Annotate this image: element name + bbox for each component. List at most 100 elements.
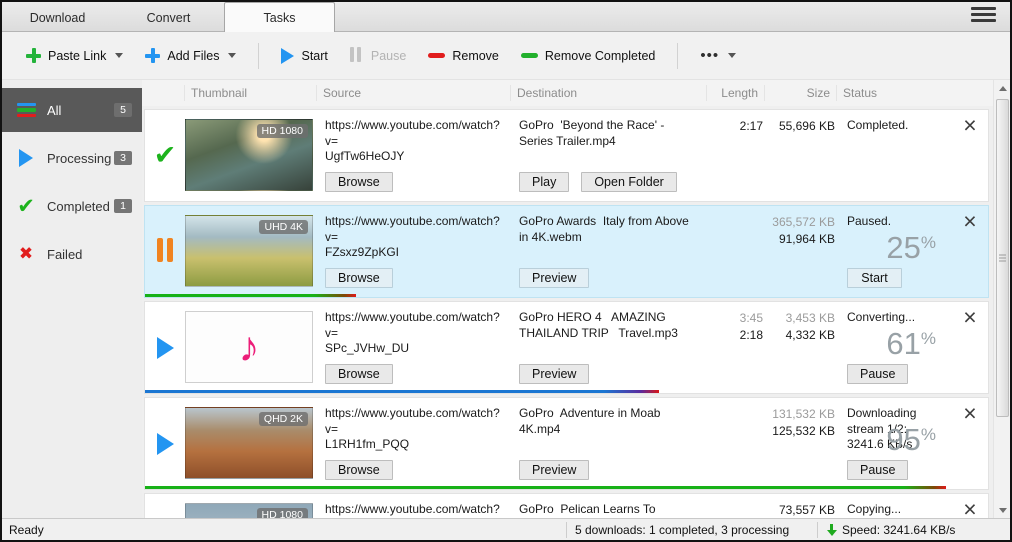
task-row-paused[interactable]: UHD 4K https://www.youtube.com/watch?v= F… [144, 205, 989, 298]
remove-completed-label: Remove Completed [544, 48, 656, 63]
check-icon: ✔ [17, 194, 35, 218]
browse-button[interactable]: Browse [325, 268, 393, 288]
column-thumbnail[interactable]: Thumbnail [184, 85, 316, 101]
arrow-down-icon [998, 507, 1007, 513]
browse-button[interactable]: Browse [325, 172, 393, 192]
chevron-down-icon[interactable] [115, 53, 124, 58]
pause-label: Pause [370, 48, 407, 63]
column-size[interactable]: Size [764, 85, 836, 101]
pause-button[interactable]: Pause [847, 460, 909, 480]
preview-button[interactable]: Preview [519, 268, 590, 288]
start-button[interactable]: Start [847, 268, 902, 288]
play-icon [13, 149, 39, 167]
video-thumbnail: QHD 2K [185, 407, 313, 479]
ellipsis-icon: ••• [700, 47, 720, 64]
scrollbar-thumb[interactable] [995, 99, 1009, 417]
task-row-converting[interactable]: ♪ https://www.youtube.com/watch?v= SPc_JV… [144, 301, 989, 394]
column-length[interactable]: Length [706, 85, 764, 101]
sidebar-item-processing[interactable]: Processing 3 [2, 136, 142, 180]
sidebar-item-all[interactable]: All 5 [2, 88, 142, 132]
task-row-copying[interactable]: HD 1080 https://www.youtube.com/watch?v=… [144, 493, 989, 518]
destination-filename: GoPro Adventure in Moab 4K.mp4 [519, 406, 664, 436]
all-tasks-icon [13, 101, 39, 118]
remove-completed-button[interactable]: Remove Completed [513, 43, 663, 69]
hamburger-menu-icon[interactable] [971, 4, 996, 25]
video-thumbnail: HD 1080 [185, 503, 313, 518]
destination-filename: GoPro HERO 4 AMAZING THAILAND TRIP Trave… [519, 310, 678, 340]
add-files-label: Add Files [167, 48, 220, 63]
pause-button[interactable]: Pause [342, 41, 414, 71]
tab-download[interactable]: Download [2, 5, 113, 31]
pause-icon [349, 46, 364, 65]
count-badge: 1 [114, 199, 132, 213]
remove-button[interactable]: Remove [420, 43, 507, 69]
tab-bar: Download Convert Tasks [2, 2, 1010, 32]
status-text: Paused. [847, 214, 892, 228]
app-window: Download Convert Tasks Paste Link Add Fi… [0, 0, 1012, 542]
task-row-completed[interactable]: ✔ HD 1080 https://www.youtube.com/watch?… [144, 109, 989, 202]
video-thumbnail: HD 1080 [185, 119, 313, 191]
audio-thumbnail: ♪ [185, 311, 313, 383]
start-button[interactable]: Start [273, 42, 335, 70]
source-url: https://www.youtube.com/watch?v= FZsxz9Zp… [325, 214, 500, 260]
status-cell: Copying... [837, 494, 952, 518]
sidebar: All 5 Processing 3 ✔ Completed 1 ✖ Faile… [2, 80, 142, 518]
open-folder-button[interactable]: Open Folder [581, 172, 677, 192]
list-header: Thumbnail Source Destination Length Size… [142, 80, 993, 106]
more-options-button[interactable]: ••• [692, 41, 744, 70]
sidebar-item-label: All [47, 102, 62, 118]
status-ready: Ready [9, 522, 44, 537]
count-badge: 5 [114, 103, 132, 117]
quality-badge: UHD 4K [259, 220, 308, 234]
source-url: https://www.youtube.com/watch?v= UgfTw6He… [325, 118, 500, 164]
close-icon[interactable]: × [963, 498, 976, 519]
x-icon: ✖ [18, 244, 34, 263]
browse-button[interactable]: Browse [325, 364, 393, 384]
sidebar-item-failed[interactable]: ✖ Failed [2, 232, 142, 276]
tab-convert[interactable]: Convert [113, 5, 224, 31]
play-button[interactable]: Play [519, 172, 570, 192]
speed-label: Speed: 3241.64 KB/s [842, 522, 956, 537]
content-area: All 5 Processing 3 ✔ Completed 1 ✖ Faile… [2, 80, 1010, 518]
source-url: https://www.youtube.com/watch?v=zyI9zmOW… [325, 502, 500, 518]
preview-button[interactable]: Preview [519, 460, 590, 480]
chevron-down-icon[interactable] [228, 53, 237, 58]
tab-tasks[interactable]: Tasks [224, 2, 335, 32]
music-note-icon: ♪ [238, 323, 260, 370]
scroll-up-button[interactable] [994, 80, 1010, 96]
vertical-scrollbar[interactable] [993, 80, 1010, 518]
length-cell: 2:17 [739, 119, 763, 133]
task-list: Thumbnail Source Destination Length Size… [142, 80, 1010, 518]
column-destination[interactable]: Destination [510, 85, 706, 101]
sidebar-item-completed[interactable]: ✔ Completed 1 [2, 184, 142, 228]
close-icon[interactable]: × [963, 306, 976, 393]
add-files-button[interactable]: Add Files [137, 42, 244, 69]
browse-button[interactable]: Browse [325, 460, 393, 480]
column-source[interactable]: Source [316, 85, 510, 101]
status-speed: Speed: 3241.64 KB/s [818, 523, 1010, 537]
play-icon [156, 336, 174, 359]
progress-percent: 25% [886, 230, 936, 265]
size-cell: 73,557 KB [778, 503, 835, 517]
close-icon[interactable]: × [963, 402, 976, 489]
task-row-downloading[interactable]: QHD 2K https://www.youtube.com/watch?v= L… [144, 397, 989, 490]
paste-link-button[interactable]: Paste Link [18, 42, 131, 69]
destination-filename: GoPro Awards Italy from Above in 4K.webm [519, 214, 693, 244]
preview-button[interactable]: Preview [519, 364, 590, 384]
pause-button[interactable]: Pause [847, 364, 909, 384]
close-icon[interactable]: × [963, 210, 976, 297]
length-cell [707, 398, 765, 489]
destination-filename: GoPro Pelican Learns To Fish.mp4 [519, 502, 656, 518]
destination-filename: GoPro 'Beyond the Race' - Series Trailer… [519, 118, 668, 148]
video-thumbnail: UHD 4K [185, 215, 313, 287]
status-downloads-summary: 5 downloads: 1 completed, 3 processing [575, 522, 790, 537]
status-cell: Paused. 25% Start [837, 206, 952, 297]
scroll-down-button[interactable] [994, 502, 1010, 518]
toolbar: Paste Link Add Files Start Pause Remove … [2, 32, 1010, 80]
quality-badge: QHD 2K [258, 412, 308, 426]
close-icon[interactable]: × [963, 114, 976, 201]
column-status[interactable]: Status [836, 85, 993, 101]
remove-completed-icon [520, 53, 538, 58]
size-cell: 55,696 KB [778, 119, 835, 133]
paste-link-label: Paste Link [48, 48, 107, 63]
